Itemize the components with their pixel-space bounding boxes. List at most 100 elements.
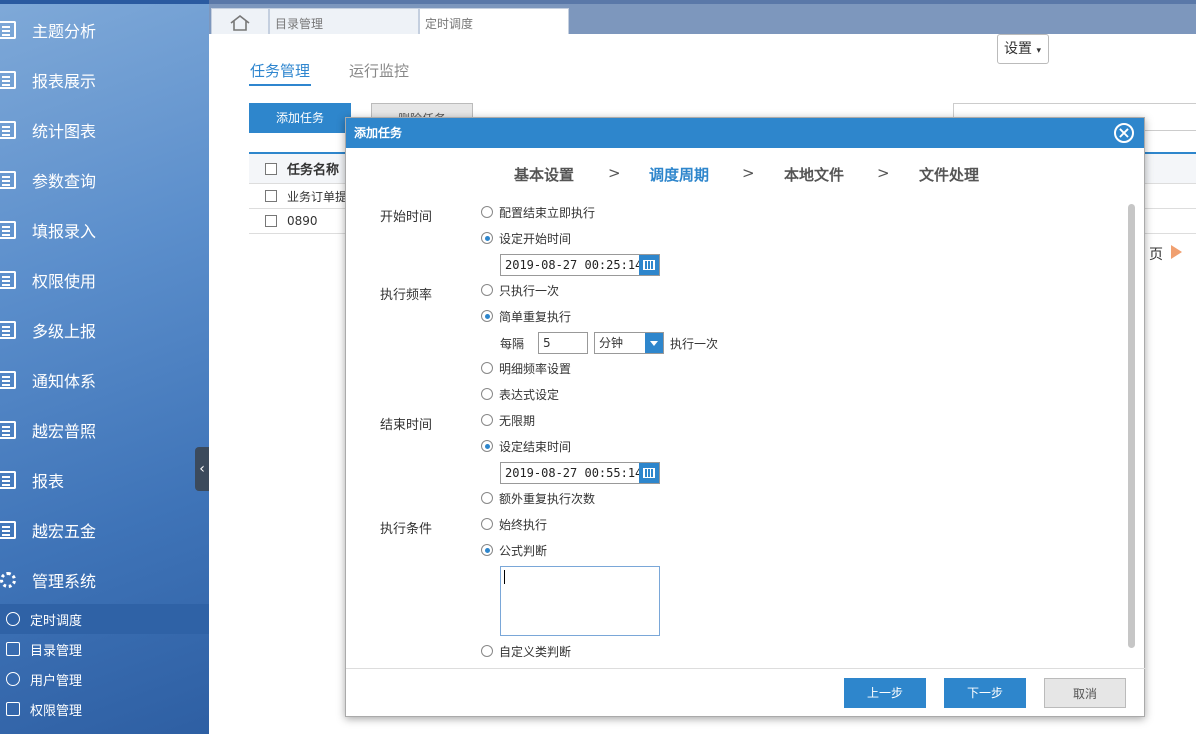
step-file-processing[interactable]: 文件处理 <box>919 164 979 185</box>
report-icon <box>0 471 16 489</box>
radio-detailed-frequency[interactable]: 明细频率设置 <box>481 360 571 376</box>
step-separator: > <box>877 164 890 182</box>
interval-suffix: 执行一次 <box>670 336 719 351</box>
next-page-icon[interactable] <box>1171 245 1182 259</box>
menu-item-data-entry[interactable]: 填报录入 <box>0 205 209 255</box>
step-local-file[interactable]: 本地文件 <box>784 164 844 185</box>
radio-start-immediately[interactable]: 配置结束立即执行 <box>481 204 595 220</box>
sidebar-item-users[interactable]: 用户管理 <box>0 664 209 694</box>
report-icon <box>0 21 16 39</box>
dialog-scrollbar[interactable] <box>1128 204 1135 648</box>
prev-step-button[interactable]: 上一步 <box>844 678 926 708</box>
chevron-down-icon[interactable] <box>645 333 664 353</box>
menu-item-report-display[interactable]: 报表展示 <box>0 55 209 105</box>
tab-bar: 目录管理 定时调度 <box>209 0 1196 38</box>
radio-set-start-time[interactable]: 设定开始时间 <box>481 230 571 246</box>
end-time-input[interactable]: 2019-08-27 00:55:14 <box>500 462 660 484</box>
next-step-button[interactable]: 下一步 <box>944 678 1026 708</box>
radio-always[interactable]: 始终执行 <box>481 516 547 532</box>
menu-label: 报表展示 <box>32 72 97 91</box>
formula-textarea[interactable] <box>500 566 660 636</box>
step-basic-settings[interactable]: 基本设置 <box>514 164 574 185</box>
radio-button[interactable] <box>481 492 493 504</box>
interval-row: 每隔 5 分钟 执行一次 <box>500 332 718 354</box>
radio-button[interactable] <box>481 645 493 657</box>
radio-unlimited[interactable]: 无限期 <box>481 412 535 428</box>
radio-button[interactable] <box>481 284 493 296</box>
radio-button[interactable] <box>481 414 493 426</box>
option-label: 自定义类判断 <box>499 644 572 659</box>
radio-button[interactable] <box>481 518 493 530</box>
caret-down-icon: ▾ <box>1036 46 1041 56</box>
row-checkbox[interactable] <box>265 215 277 227</box>
menu-item-yuehong-hardware[interactable]: 越宏五金 <box>0 505 209 555</box>
tab-task-management[interactable]: 任务管理 <box>250 60 310 81</box>
menu-item-charts[interactable]: 统计图表 <box>0 105 209 155</box>
close-icon[interactable]: × <box>1114 123 1134 143</box>
radio-set-end-time[interactable]: 设定结束时间 <box>481 438 571 454</box>
interval-value-input[interactable]: 5 <box>538 332 589 354</box>
chevron-left-icon: ‹ <box>199 461 205 477</box>
row-checkbox[interactable] <box>265 190 277 202</box>
radio-button[interactable] <box>481 206 493 218</box>
sidebar-top-bar <box>0 0 209 4</box>
clock-icon <box>6 612 20 626</box>
collapse-sidebar-button[interactable]: ‹ <box>195 447 209 491</box>
calendar-icon[interactable] <box>639 463 659 483</box>
menu-label: 越宏普照 <box>32 422 97 441</box>
sidebar-item-directory[interactable]: 目录管理 <box>0 634 209 664</box>
report-icon <box>0 271 16 289</box>
interval-unit: 分钟 <box>599 336 624 350</box>
option-label: 表达式设定 <box>499 387 560 402</box>
text-caret <box>504 570 505 584</box>
radio-expression[interactable]: 表达式设定 <box>481 386 559 402</box>
sidebar-item-scheduler[interactable]: 定时调度 <box>0 604 209 634</box>
report-icon <box>0 171 16 189</box>
submenu-label: 目录管理 <box>30 643 83 659</box>
end-time-value: 2019-08-27 00:55:14 <box>505 466 643 480</box>
menu-item-yuehong-puzhao[interactable]: 越宏普照 <box>0 405 209 455</box>
radio-button[interactable] <box>481 310 493 322</box>
cancel-button[interactable]: 取消 <box>1044 678 1126 708</box>
start-time-value: 2019-08-27 00:25:14 <box>505 258 643 272</box>
radio-button[interactable] <box>481 388 493 400</box>
menu-label: 填报录入 <box>32 222 97 241</box>
menu-item-param-query[interactable]: 参数查询 <box>0 155 209 205</box>
user-icon <box>6 672 20 686</box>
interval-prefix: 每隔 <box>500 336 525 351</box>
menu-label: 统计图表 <box>32 122 97 141</box>
step-schedule-cycle[interactable]: 调度周期 <box>649 164 709 185</box>
menu-item-admin-system[interactable]: 管理系统 <box>0 555 209 605</box>
menu-label: 管理系统 <box>32 572 97 591</box>
radio-run-once[interactable]: 只执行一次 <box>481 282 559 298</box>
radio-button[interactable] <box>481 544 493 556</box>
add-task-button[interactable]: 添加任务 <box>249 103 351 133</box>
interval-unit-select[interactable]: 分钟 <box>594 332 665 354</box>
radio-formula[interactable]: 公式判断 <box>481 542 547 558</box>
menu-item-theme-analysis[interactable]: 主题分析 <box>0 5 209 55</box>
settings-dropdown[interactable]: 设置 ▾ <box>997 34 1049 64</box>
report-icon <box>0 121 16 139</box>
cell-task-name: 业务订单提 <box>287 189 348 204</box>
report-icon <box>0 371 16 389</box>
menu-item-notification[interactable]: 通知体系 <box>0 355 209 405</box>
sidebar-item-permissions[interactable]: 权限管理 <box>0 694 209 724</box>
radio-button[interactable] <box>481 362 493 374</box>
option-label: 明细频率设置 <box>499 361 572 376</box>
start-time-input[interactable]: 2019-08-27 00:25:14 <box>500 254 660 276</box>
calendar-icon[interactable] <box>639 255 659 275</box>
radio-button[interactable] <box>481 232 493 244</box>
radio-extra-repeat[interactable]: 额外重复执行次数 <box>481 490 595 506</box>
settings-label: 设置 <box>1004 41 1032 57</box>
add-task-dialog: 添加任务 × 基本设置 > 调度周期 > 本地文件 > 文件处理 开始时间 配置… <box>345 117 1146 717</box>
menu-item-permission-use[interactable]: 权限使用 <box>0 255 209 305</box>
radio-custom-class[interactable]: 自定义类判断 <box>481 643 571 659</box>
report-icon <box>0 321 16 339</box>
tab-run-monitor[interactable]: 运行监控 <box>349 60 409 81</box>
radio-button[interactable] <box>481 440 493 452</box>
report-icon <box>0 221 16 239</box>
select-all-checkbox[interactable] <box>265 162 277 175</box>
menu-item-reports[interactable]: 报表 <box>0 455 209 505</box>
radio-simple-repeat[interactable]: 简单重复执行 <box>481 308 571 324</box>
menu-item-multi-report[interactable]: 多级上报 <box>0 305 209 355</box>
